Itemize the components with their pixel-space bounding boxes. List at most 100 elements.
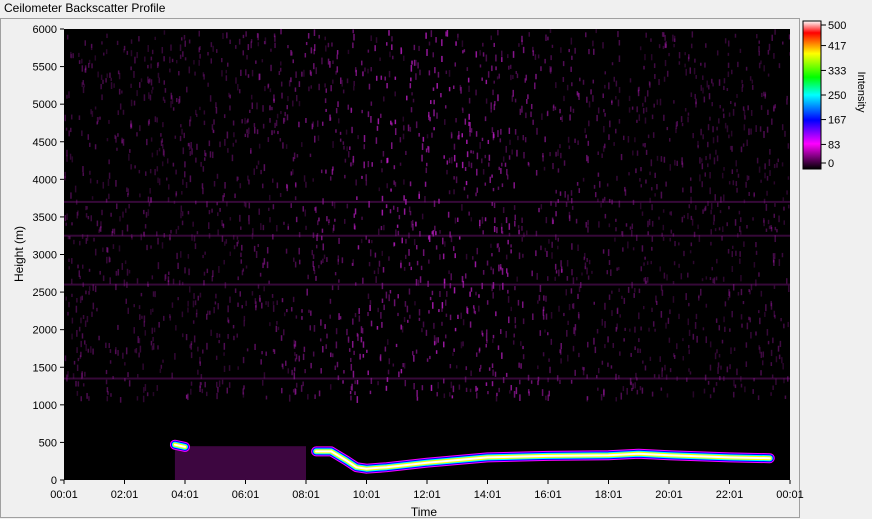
noise-speck [64,114,67,122]
noise-speck [81,82,83,87]
noise-speck [78,326,81,332]
noise-speck [666,274,668,281]
x-tick-label: 08:01 [292,489,320,501]
noise-speck [767,109,769,115]
noise-speck [570,66,572,72]
noise-speck [505,330,507,338]
noise-speck [682,355,685,361]
noise-speck [312,254,315,260]
noise-speck [490,109,492,113]
noise-speck [301,316,303,320]
noise-speck [470,150,472,154]
noise-speck [535,250,537,257]
noise-speck [102,181,105,189]
noise-speck [177,225,180,230]
noise-speck [654,74,656,79]
noise-speck [493,80,495,84]
noise-speck [150,340,153,346]
noise-speck [497,130,499,138]
noise-speck [261,183,264,189]
colorbar-tick-label: 500 [828,20,846,32]
noise-speck [385,291,388,299]
noise-speck [716,349,718,354]
noise-speck [595,29,597,34]
noise-speck [758,40,760,44]
noise-speck [658,44,661,49]
noise-speck [507,289,509,294]
noise-speck [368,239,370,244]
noise-speck [157,345,159,350]
noise-speck [650,38,652,42]
noise-speck [603,388,605,395]
noise-speck [678,61,681,65]
noise-speck [174,135,177,139]
noise-speck [144,330,147,336]
noise-speck [113,83,115,88]
noise-speck [369,304,371,312]
noise-speck [265,395,268,400]
noise-speck [628,95,631,102]
noise-speck [517,225,520,229]
noise-speck [618,119,621,124]
noise-speck [361,175,363,179]
noise-speck [368,261,371,267]
noise-speck [422,321,425,328]
noise-speck [295,216,298,223]
noise-speck [184,40,186,47]
noise-speck [201,183,204,189]
noise-speck [678,52,681,59]
noise-speck [702,87,704,94]
noise-speck [143,94,146,101]
noise-speck [399,162,402,166]
noise-speck [761,360,764,366]
x-tick-label: 14:01 [474,489,502,501]
noise-speck [490,35,492,41]
noise-speck [128,203,130,209]
noise-speck [758,345,760,350]
noise-speck [134,349,136,353]
noise-speck [773,285,776,289]
noise-speck [449,363,452,369]
noise-speck [81,130,83,137]
noise-speck [697,140,699,148]
noise-speck [67,311,69,316]
noise-speck [491,285,493,292]
noise-speck [382,266,385,273]
noise-speck [163,315,165,321]
noise-speck [261,379,264,386]
noise-speck [545,313,548,320]
noise-speck [145,171,147,176]
noise-speck [235,45,237,49]
noise-speck [267,301,270,308]
noise-speck [408,262,411,266]
noise-speck [714,228,717,232]
noise-speck [116,147,118,151]
weak-layer-band [64,234,790,237]
noise-speck [140,78,143,83]
noise-speck [729,364,731,370]
noise-speck [584,128,586,133]
colorbar-label: Intensity [855,72,867,113]
noise-speck [276,225,278,232]
noise-speck [627,241,629,249]
noise-speck [437,337,439,343]
noise-speck [210,42,213,48]
noise-speck [161,144,164,149]
noise-speck [126,187,128,192]
noise-speck [342,380,344,384]
noise-speck [211,275,214,282]
noise-speck [325,108,327,112]
noise-speck [184,57,187,61]
noise-speck [138,36,140,42]
noise-speck [656,184,658,190]
noise-speck [585,134,587,139]
noise-speck [135,347,138,354]
noise-speck [336,50,339,55]
noise-speck [766,126,769,133]
noise-speck [509,64,512,69]
noise-speck [82,383,85,387]
noise-speck [147,209,150,216]
noise-speck [106,387,109,393]
noise-speck [455,162,458,168]
noise-speck [540,245,542,251]
